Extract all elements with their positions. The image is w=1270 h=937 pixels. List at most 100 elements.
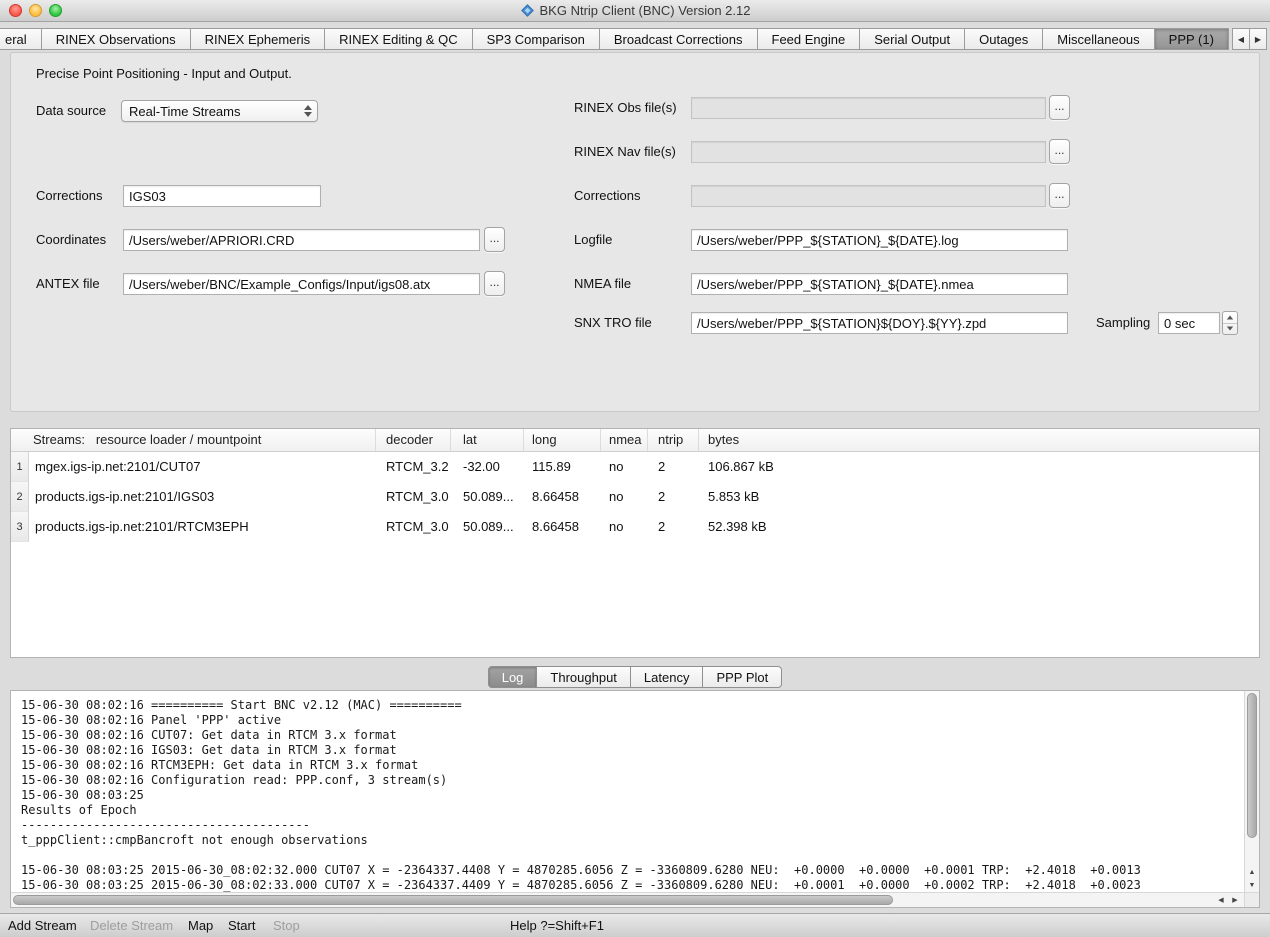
header-nmea: nmea bbox=[601, 429, 648, 451]
cell-ntrip: 2 bbox=[648, 452, 699, 482]
tab-feed-engine[interactable]: Feed Engine bbox=[757, 28, 861, 50]
cell-lat: 50.089... bbox=[451, 512, 524, 542]
vertical-scrollbar[interactable]: ▲ ▼ bbox=[1244, 691, 1259, 892]
scroll-down-icon[interactable]: ▼ bbox=[1245, 879, 1259, 892]
cell-decoder: RTCM_3.2 bbox=[376, 452, 451, 482]
logfile-input[interactable] bbox=[691, 229, 1068, 251]
tab-ppp[interactable]: PPP (1) bbox=[1154, 28, 1229, 50]
log-line: 15-06-30 08:03:25 bbox=[21, 788, 1244, 803]
dropdown-arrows-icon bbox=[301, 105, 317, 117]
scroll-up-icon[interactable]: ▲ bbox=[1245, 866, 1259, 879]
antex-input[interactable] bbox=[123, 273, 480, 295]
coordinates-browse-button[interactable]: ... bbox=[484, 227, 505, 252]
cell-long: 115.89 bbox=[524, 452, 601, 482]
cell-mountpoint: products.igs-ip.net:2101/RTCM3EPH bbox=[29, 512, 376, 542]
rinex-nav-browse-button[interactable]: ... bbox=[1049, 139, 1070, 164]
tab-latency[interactable]: Latency bbox=[630, 666, 704, 688]
logfile-label: Logfile bbox=[574, 229, 612, 251]
scroll-right-icon[interactable]: ▶ bbox=[1228, 893, 1242, 908]
stepper-up-icon[interactable] bbox=[1223, 312, 1237, 323]
log-line: 15-06-30 08:03:25 2015-06-30_08:02:33.00… bbox=[21, 878, 1244, 892]
data-source-label: Data source bbox=[36, 100, 106, 122]
tab-sp3-comparison[interactable]: SP3 Comparison bbox=[472, 28, 600, 50]
horizontal-scrollbar-thumb[interactable] bbox=[13, 895, 893, 905]
tab-general[interactable]: eral bbox=[0, 28, 42, 50]
corrections-out-browse-button[interactable]: ... bbox=[1049, 183, 1070, 208]
stepper-down-icon[interactable] bbox=[1223, 323, 1237, 335]
cell-bytes: 106.867 kB bbox=[699, 452, 1259, 482]
log-line: 15-06-30 08:03:25 2015-06-30_08:02:32.00… bbox=[21, 863, 1244, 878]
title-bar[interactable]: BKG Ntrip Client (BNC) Version 2.12 bbox=[0, 0, 1270, 22]
corrections-out-label: Corrections bbox=[574, 185, 640, 207]
rinex-obs-browse-button[interactable]: ... bbox=[1049, 95, 1070, 120]
header-ntrip: ntrip bbox=[648, 429, 699, 451]
header-decoder: decoder bbox=[376, 429, 451, 451]
tab-rinex-ephemeris[interactable]: RINEX Ephemeris bbox=[190, 28, 325, 50]
bnc-window: BKG Ntrip Client (BNC) Version 2.12 eral… bbox=[0, 0, 1270, 937]
antex-label: ANTEX file bbox=[36, 273, 100, 295]
tab-outages[interactable]: Outages bbox=[964, 28, 1043, 50]
add-stream-button[interactable]: Add Stream bbox=[8, 914, 77, 937]
header-mountpoint: Streams: resource loader / mountpoint bbox=[11, 429, 376, 451]
streams-table-header: Streams: resource loader / mountpoint de… bbox=[11, 429, 1259, 452]
top-tabs: eral RINEX Observations RINEX Ephemeris … bbox=[0, 28, 1230, 50]
tab-serial-output[interactable]: Serial Output bbox=[859, 28, 965, 50]
map-button[interactable]: Map bbox=[188, 914, 213, 937]
log-line: 15-06-30 08:02:16 Panel 'PPP' active bbox=[21, 713, 1244, 728]
log-line: Results of Epoch bbox=[21, 803, 1244, 818]
rinex-obs-input bbox=[691, 97, 1046, 119]
header-long: long bbox=[524, 429, 601, 451]
cell-bytes: 52.398 kB bbox=[699, 512, 1259, 542]
window-title-text: BKG Ntrip Client (BNC) Version 2.12 bbox=[540, 3, 751, 18]
sampling-label: Sampling bbox=[1096, 312, 1150, 334]
log-panel: 15-06-30 08:02:16 ========== Start BNC v… bbox=[10, 690, 1260, 908]
cell-nmea: no bbox=[601, 482, 648, 512]
stop-button: Stop bbox=[273, 914, 300, 937]
log-line: 15-06-30 08:02:16 IGS03: Get data in RTC… bbox=[21, 743, 1244, 758]
bottom-bar: Add Stream Delete Stream Map Start Stop … bbox=[0, 913, 1270, 937]
tab-throughput[interactable]: Throughput bbox=[536, 666, 631, 688]
log-line: 15-06-30 08:02:16 ========== Start BNC v… bbox=[21, 698, 1244, 713]
snx-tro-input[interactable] bbox=[691, 312, 1068, 334]
data-source-value: Real-Time Streams bbox=[122, 104, 301, 119]
scroll-left-icon[interactable]: ◀ bbox=[1214, 893, 1228, 908]
scrollbar-corner bbox=[1244, 892, 1259, 907]
tabs-scroll-left-icon[interactable]: ◀ bbox=[1232, 28, 1250, 50]
tab-miscellaneous[interactable]: Miscellaneous bbox=[1042, 28, 1154, 50]
vertical-scrollbar-thumb[interactable] bbox=[1247, 693, 1257, 838]
cell-decoder: RTCM_3.0 bbox=[376, 482, 451, 512]
stream-row-1[interactable]: 1 mgex.igs-ip.net:2101/CUT07 RTCM_3.2 -3… bbox=[11, 452, 1259, 482]
stream-row-2[interactable]: 2 products.igs-ip.net:2101/IGS03 RTCM_3.… bbox=[11, 482, 1259, 512]
sampling-stepper bbox=[1222, 311, 1238, 335]
tab-ppp-plot[interactable]: PPP Plot bbox=[702, 666, 782, 688]
antex-browse-button[interactable]: ... bbox=[484, 271, 505, 296]
tab-rinex-observations[interactable]: RINEX Observations bbox=[41, 28, 191, 50]
panel-heading: Precise Point Positioning - Input and Ou… bbox=[36, 66, 292, 81]
snx-tro-label: SNX TRO file bbox=[574, 312, 652, 334]
log-line: 15-06-30 08:02:16 Configuration read: PP… bbox=[21, 773, 1244, 788]
bottom-tab-bar: Log Throughput Latency PPP Plot bbox=[0, 666, 1270, 688]
tab-rinex-editing-qc[interactable]: RINEX Editing & QC bbox=[324, 28, 473, 50]
start-button[interactable]: Start bbox=[228, 914, 255, 937]
bnc-app-icon bbox=[520, 3, 535, 24]
window-title: BKG Ntrip Client (BNC) Version 2.12 bbox=[0, 0, 1270, 22]
corrections-input[interactable] bbox=[123, 185, 321, 207]
tabs-scroll-right-icon[interactable]: ▶ bbox=[1249, 28, 1267, 50]
horizontal-scrollbar[interactable]: ◀ ▶ bbox=[11, 892, 1244, 907]
log-line bbox=[21, 848, 1244, 863]
log-line: 15-06-30 08:02:16 RTCM3EPH: Get data in … bbox=[21, 758, 1244, 773]
cell-mountpoint: mgex.igs-ip.net:2101/CUT07 bbox=[29, 452, 376, 482]
coordinates-input[interactable] bbox=[123, 229, 480, 251]
log-line: ---------------------------------------- bbox=[21, 818, 1244, 833]
data-source-dropdown[interactable]: Real-Time Streams bbox=[121, 100, 318, 122]
stream-row-3[interactable]: 3 products.igs-ip.net:2101/RTCM3EPH RTCM… bbox=[11, 512, 1259, 542]
log-viewport[interactable]: 15-06-30 08:02:16 ========== Start BNC v… bbox=[11, 691, 1244, 892]
cell-lat: 50.089... bbox=[451, 482, 524, 512]
rinex-obs-label: RINEX Obs file(s) bbox=[574, 97, 677, 119]
tab-broadcast-corrections[interactable]: Broadcast Corrections bbox=[599, 28, 758, 50]
tab-log[interactable]: Log bbox=[488, 666, 538, 688]
sampling-input[interactable] bbox=[1158, 312, 1220, 334]
rinex-nav-input bbox=[691, 141, 1046, 163]
cell-lat: -32.00 bbox=[451, 452, 524, 482]
nmea-file-input[interactable] bbox=[691, 273, 1068, 295]
